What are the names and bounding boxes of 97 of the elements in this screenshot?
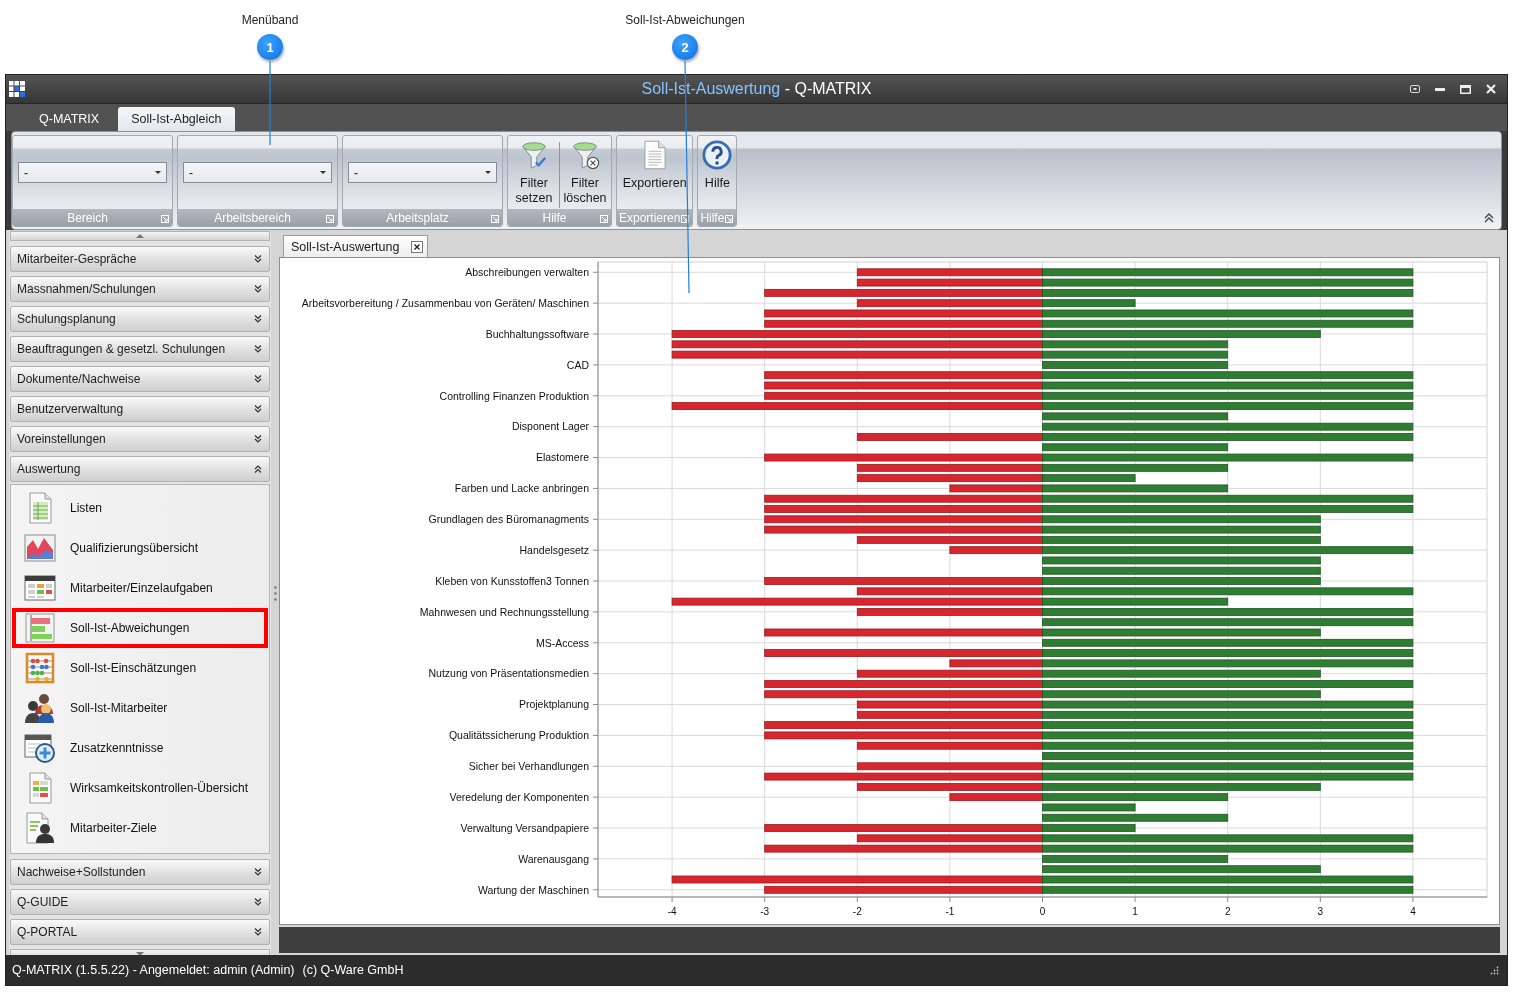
sidebar-item[interactable]: Qualifizierungsübersicht — [12, 528, 268, 568]
axis-tick-label: -1 — [945, 906, 955, 917]
category-label: Wartung der Maschinen — [477, 883, 589, 896]
sidebar-item[interactable]: Listen — [12, 488, 268, 528]
ribbon-button[interactable]: Filter löschen — [560, 140, 610, 206]
section-header[interactable]: Schulungsplanung — [10, 306, 270, 332]
person-document-icon — [24, 812, 56, 844]
category-label: Mahnwesen und Rechnungsstellung — [419, 605, 589, 618]
axis-tick-label: -2 — [852, 906, 862, 917]
section-header[interactable]: Mitarbeiter-Gespräche — [10, 246, 270, 272]
category-label: Verwaltung Versandpapiere — [460, 821, 589, 834]
category-label: Grundlagen des Büromanagments — [428, 513, 589, 526]
axis-tick-label: 0 — [1039, 906, 1046, 917]
category-label: Projektplanung — [518, 698, 589, 711]
dropdown[interactable]: - — [183, 162, 332, 183]
group-label: Hilfe — [542, 210, 567, 225]
sidebar-item[interactable]: Wirksamkeitskontrollen-Übersicht — [12, 768, 268, 808]
category-label: Controlling Finanzen Produktion — [439, 389, 589, 402]
caret-icon — [320, 171, 326, 174]
sidebar-item[interactable]: Soll-Ist-Mitarbeiter — [12, 688, 268, 728]
grid-logo-icon — [9, 81, 25, 97]
group-label: Bereich — [67, 210, 108, 225]
section-header[interactable]: Dokumente/Nachweise — [10, 366, 270, 392]
people-icon — [24, 692, 56, 724]
caret-icon — [485, 171, 491, 174]
sidebar-item[interactable]: Mitarbeiter/Einzelaufgaben — [12, 568, 268, 608]
numbered-marker: 2 — [672, 34, 698, 60]
funnel-check-icon — [519, 140, 549, 170]
category-label: Disponent Lager — [511, 420, 589, 433]
category-label: Handelsgesetz — [519, 543, 589, 556]
category-label: MS-Access — [535, 636, 589, 649]
frame-icon[interactable] — [1410, 85, 1420, 93]
axis-tick-label: -4 — [667, 906, 677, 917]
section-header[interactable]: Nachweise+Sollstunden — [10, 859, 270, 885]
abacus-icon — [24, 652, 56, 684]
category-label: Buchhaltungssoftware — [485, 327, 589, 340]
callout-label: Soll-Ist-Abweichungen — [625, 13, 745, 27]
document-icon — [643, 140, 666, 170]
axis-tick-label: -3 — [760, 906, 770, 917]
group-label: Exportieren — [619, 210, 681, 225]
axis-tick-label: 2 — [1224, 906, 1231, 917]
category-label: Farben und Lacke anbringen — [454, 482, 589, 495]
category-label: Abschreibungen verwalten — [465, 266, 589, 279]
add-window-icon — [24, 732, 56, 764]
axis-tick-label: 1 — [1132, 906, 1138, 917]
section-header[interactable]: Massnahmen/Schulungen — [10, 276, 270, 302]
sidebar-item[interactable]: Soll-Ist-Einschätzungen — [12, 648, 268, 688]
resize-grip-icon[interactable] — [1490, 965, 1499, 975]
category-label: Warenausgang — [518, 852, 589, 865]
copyright-text: (c) Q-Ware GmbH — [302, 963, 404, 977]
section-header[interactable]: Q-PORTAL — [10, 919, 270, 945]
ribbon-button[interactable]: Hilfe — [700, 140, 735, 191]
dialog-launcher-icon[interactable] — [681, 215, 690, 223]
category-label: Qualitätssicherung Produktion — [448, 729, 589, 742]
bar-chart-icon — [24, 612, 56, 644]
category-label: CAD — [566, 358, 589, 371]
maximize-icon[interactable] — [1460, 84, 1471, 94]
status-text: Q-MATRIX (1.5.5.22) - Angemeldet: admin (Admin) — [12, 963, 295, 977]
section-header[interactable]: Q-GUIDE — [10, 889, 270, 915]
numbered-marker: 1 — [257, 34, 283, 60]
dropdown[interactable]: - — [348, 162, 497, 183]
sidebar-item[interactable]: Mitarbeiter-Ziele — [12, 808, 268, 848]
callout-label: Menüband — [241, 13, 299, 27]
up-arrow-icon — [136, 234, 144, 238]
axis-tick-label: 4 — [1410, 906, 1416, 917]
category-label: Elastomere — [535, 451, 589, 464]
category-label: Kleben von Kunsstoffen3 Tonnen — [435, 574, 589, 587]
ribbon-tab[interactable]: Soll-Ist-Abgleich — [118, 107, 235, 131]
category-label: Arbeitsvorbereitung / Zusammenbau von Geräten/ Maschinen — [301, 296, 589, 309]
grip-icon[interactable] — [273, 585, 277, 601]
down-arrow-icon — [136, 952, 144, 956]
section-header[interactable]: Beauftragungen & gesetzl. Schulungen — [10, 336, 270, 362]
axis-tick-label: 3 — [1317, 906, 1324, 917]
section-header[interactable]: Auswertung — [10, 456, 270, 482]
minimize-icon[interactable] — [1435, 87, 1445, 91]
section-header[interactable]: Benutzerverwaltung — [10, 396, 270, 422]
dropdown[interactable]: - — [18, 162, 167, 183]
category-label: Nutzung von Präsentationsmedien — [428, 667, 589, 680]
help-icon — [702, 140, 733, 170]
category-label: Sicher bei Verhandlungen — [468, 760, 589, 773]
ribbon-button[interactable]: Exportieren — [620, 140, 689, 191]
category-label: Veredelung der Komponenten — [449, 790, 589, 803]
group-label: Arbeitsplatz — [386, 210, 449, 225]
ribbon-button[interactable]: Filter setzen — [509, 140, 559, 206]
section-header[interactable]: Voreinstellungen — [10, 426, 270, 452]
close-icon[interactable] — [411, 240, 424, 253]
caret-icon — [155, 171, 161, 174]
group-label: Hilfe — [700, 210, 725, 225]
table-window-icon — [24, 572, 56, 604]
ribbon-tab[interactable]: Q-MATRIX — [26, 107, 113, 131]
sidebar-item[interactable]: Soll-Ist-Abweichungen — [12, 608, 268, 648]
funnel-clear-icon — [570, 140, 600, 170]
collapse-ribbon-icon[interactable] — [1484, 213, 1494, 223]
group-label: Arbeitsbereich — [214, 210, 291, 225]
area-chart-icon — [24, 532, 56, 564]
document-tab[interactable]: Soll-Ist-Auswertung — [283, 235, 429, 257]
sidebar-item[interactable]: Zusatzkenntnisse — [12, 728, 268, 768]
